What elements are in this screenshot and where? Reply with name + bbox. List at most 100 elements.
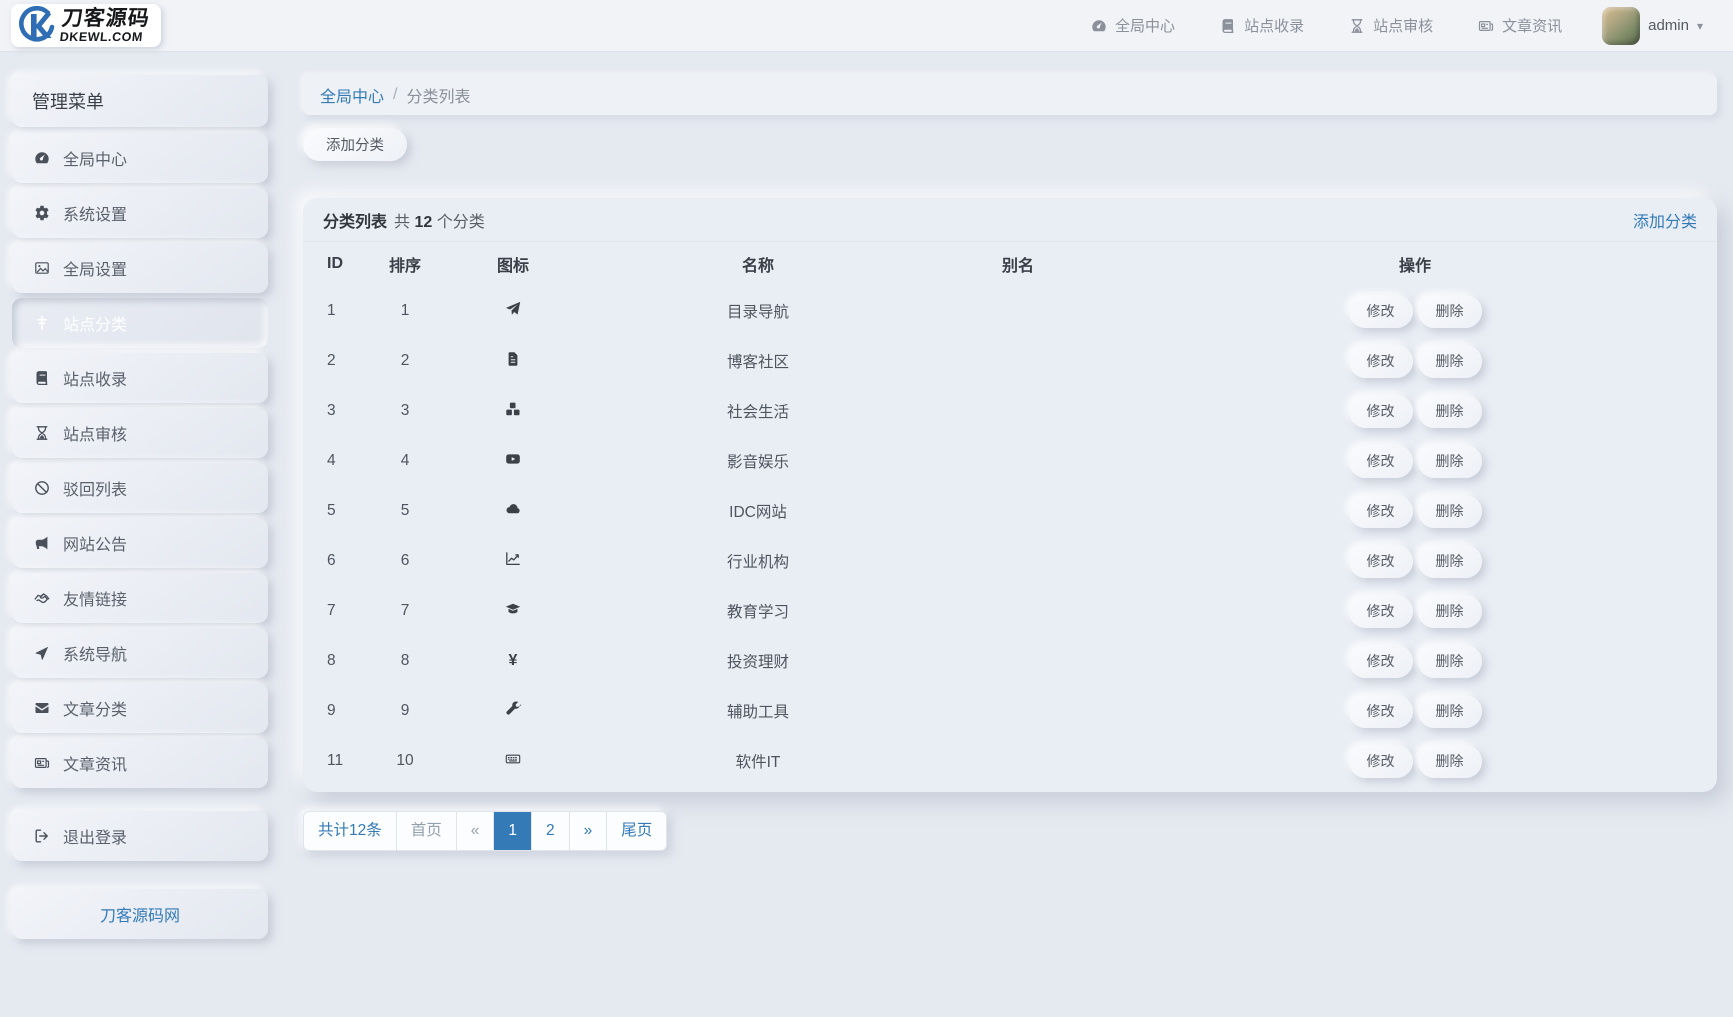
sidebar-menu: 全局中心系统设置全局设置站点分类站点收录站点审核驳回列表网站公告友情链接系统导航… xyxy=(12,133,268,788)
delete-button[interactable]: 删除 xyxy=(1418,495,1482,528)
sidebar-title: 管理菜单 xyxy=(12,75,268,127)
sidebar-item-label: 退出登录 xyxy=(63,824,127,848)
sidebar-item[interactable]: 系统设置 xyxy=(12,188,268,238)
panel-title: 分类列表 xyxy=(323,208,387,232)
cell-sort: 9 xyxy=(377,686,433,736)
cell-id: 9 xyxy=(303,686,377,736)
sidebar-item[interactable]: 站点分类 xyxy=(12,298,268,348)
sidebar-footer-link[interactable]: 刀客源码网 xyxy=(12,889,268,939)
cell-alias xyxy=(923,286,1113,336)
top-nav-item[interactable]: 文章资讯 xyxy=(1477,15,1562,36)
cell-icon xyxy=(433,736,593,786)
wrench-icon: "/> xyxy=(504,700,522,718)
cell-sort: 1 xyxy=(377,286,433,336)
table-header-row: ID排序图标名称别名操作 xyxy=(303,242,1717,286)
pagination-item[interactable]: 尾页 xyxy=(606,812,666,850)
sidebar-item[interactable]: 站点收录 xyxy=(12,353,268,403)
cell-alias xyxy=(923,636,1113,686)
pagination-item[interactable]: « xyxy=(456,812,494,850)
pagination-item[interactable]: 1 xyxy=(493,812,531,850)
sidebar-item[interactable]: 文章资讯 xyxy=(12,738,268,788)
cell-id: 6 xyxy=(303,536,377,586)
top-nav-label: 站点审核 xyxy=(1373,15,1433,36)
edit-button[interactable]: 修改 xyxy=(1349,295,1413,328)
cell-actions: 修改删除 xyxy=(1113,486,1717,536)
table-row: 55IDC网站修改删除 xyxy=(303,486,1717,536)
top-nav-item[interactable]: 站点收录 xyxy=(1219,15,1304,36)
youtube-icon xyxy=(504,450,522,468)
pagination-item[interactable]: 2 xyxy=(531,812,569,850)
add-category-button[interactable]: 添加分类 xyxy=(303,128,407,161)
edit-button[interactable]: 修改 xyxy=(1349,495,1413,528)
edit-button[interactable]: 修改 xyxy=(1349,645,1413,678)
category-icon xyxy=(33,315,50,332)
breadcrumb-current: 分类列表 xyxy=(406,83,470,107)
user-menu[interactable]: admin ▾ xyxy=(1602,7,1703,45)
cell-id: 2 xyxy=(303,336,377,386)
add-category-link[interactable]: 添加分类 xyxy=(1633,208,1697,232)
delete-button[interactable]: 删除 xyxy=(1418,345,1482,378)
delete-button[interactable]: 删除 xyxy=(1418,645,1482,678)
cell-sort: 6 xyxy=(377,536,433,586)
cell-id: 3 xyxy=(303,386,377,436)
cell-icon xyxy=(433,336,593,386)
edit-button[interactable]: 修改 xyxy=(1349,445,1413,478)
top-nav-item[interactable]: 全局中心 xyxy=(1090,15,1175,36)
pagination-item[interactable]: 首页 xyxy=(396,812,456,850)
cell-icon xyxy=(433,436,593,486)
top-nav-label: 站点收录 xyxy=(1244,15,1304,36)
chart-line-icon xyxy=(504,550,522,568)
cell-actions: 修改删除 xyxy=(1113,336,1717,386)
delete-button[interactable]: 删除 xyxy=(1418,545,1482,578)
cell-icon xyxy=(433,536,593,586)
pagination-item[interactable]: » xyxy=(569,812,607,850)
sidebar-item[interactable]: 全局设置 xyxy=(12,243,268,293)
cell-id: 4 xyxy=(303,436,377,486)
top-nav-item[interactable]: 站点审核 xyxy=(1348,15,1433,36)
bullhorn-icon xyxy=(33,535,50,552)
category-table: ID排序图标名称别名操作 11目录导航修改删除22博客社区修改删除33社会生活修… xyxy=(303,242,1717,786)
sidebar-item[interactable]: 友情链接 xyxy=(12,573,268,623)
breadcrumb-parent-link[interactable]: 全局中心 xyxy=(320,83,384,107)
sidebar-item-logout[interactable]: 退出登录 xyxy=(12,811,268,861)
sidebar-item[interactable]: 全局中心 xyxy=(12,133,268,183)
cell-alias xyxy=(923,686,1113,736)
cell-name: 社会生活 xyxy=(593,386,923,436)
delete-button[interactable]: 删除 xyxy=(1418,445,1482,478)
cell-alias xyxy=(923,736,1113,786)
sidebar-item[interactable]: 文章分类 xyxy=(12,683,268,733)
delete-button[interactable]: 删除 xyxy=(1418,395,1482,428)
cell-sort: 3 xyxy=(377,386,433,436)
cell-id: 1 xyxy=(303,286,377,336)
cell-icon: "/> xyxy=(433,686,593,736)
sidebar-item-label: 站点审核 xyxy=(63,421,127,445)
edit-button[interactable]: 修改 xyxy=(1349,395,1413,428)
logo[interactable]: 刀客源码 DKEWL.COM xyxy=(11,4,161,47)
cell-name: 行业机构 xyxy=(593,536,923,586)
tachometer-icon xyxy=(1090,17,1107,34)
edit-button[interactable]: 修改 xyxy=(1349,745,1413,778)
cell-name: 投资理财 xyxy=(593,636,923,686)
delete-button[interactable]: 删除 xyxy=(1418,745,1482,778)
delete-button[interactable]: 删除 xyxy=(1418,295,1482,328)
sidebar-item[interactable]: 系统导航 xyxy=(12,628,268,678)
table-row: 66 行业机构 修改删除 xyxy=(303,536,1717,586)
delete-button[interactable]: 删除 xyxy=(1418,595,1482,628)
column-header: 图标 xyxy=(433,242,593,286)
edit-button[interactable]: 修改 xyxy=(1349,695,1413,728)
edit-button[interactable]: 修改 xyxy=(1349,545,1413,578)
user-name: admin xyxy=(1648,17,1689,34)
edit-button[interactable]: 修改 xyxy=(1349,345,1413,378)
sidebar-item[interactable]: 网站公告 xyxy=(12,518,268,568)
avatar[interactable] xyxy=(1602,7,1640,45)
ban-icon xyxy=(33,480,50,497)
count-value: 12 xyxy=(414,214,432,231)
cell-id: 7 xyxy=(303,586,377,636)
sidebar-item[interactable]: 驳回列表 xyxy=(12,463,268,513)
edit-button[interactable]: 修改 xyxy=(1349,595,1413,628)
category-list-panel: 分类列表 共 12 个分类 添加分类 ID排序图标名称别名操作 11目录导航修改… xyxy=(303,198,1717,792)
sidebar-item[interactable]: 站点审核 xyxy=(12,408,268,458)
sidebar-item-label: 驳回列表 xyxy=(63,476,127,500)
paper-plane-icon xyxy=(504,300,522,318)
delete-button[interactable]: 删除 xyxy=(1418,695,1482,728)
